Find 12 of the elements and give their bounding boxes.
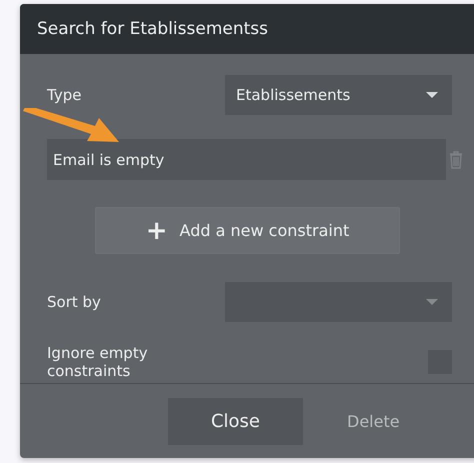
trash-icon[interactable]: [449, 150, 463, 168]
constraint-field[interactable]: Email is empty: [47, 139, 446, 180]
close-button[interactable]: Close: [168, 398, 303, 444]
caret-icon: [426, 92, 438, 98]
ignore-empty-label: Ignore empty constraints: [47, 344, 149, 380]
add-constraint-button[interactable]: + Add a new constraint: [95, 207, 400, 254]
type-dropdown[interactable]: Etablissements: [225, 75, 452, 115]
sort-dropdown[interactable]: [225, 282, 452, 322]
dialog-title: Search for Etablissementss: [37, 19, 268, 39]
caret-icon: [426, 299, 438, 305]
type-label: Type: [47, 86, 82, 104]
sort-label: Sort by: [47, 293, 102, 311]
